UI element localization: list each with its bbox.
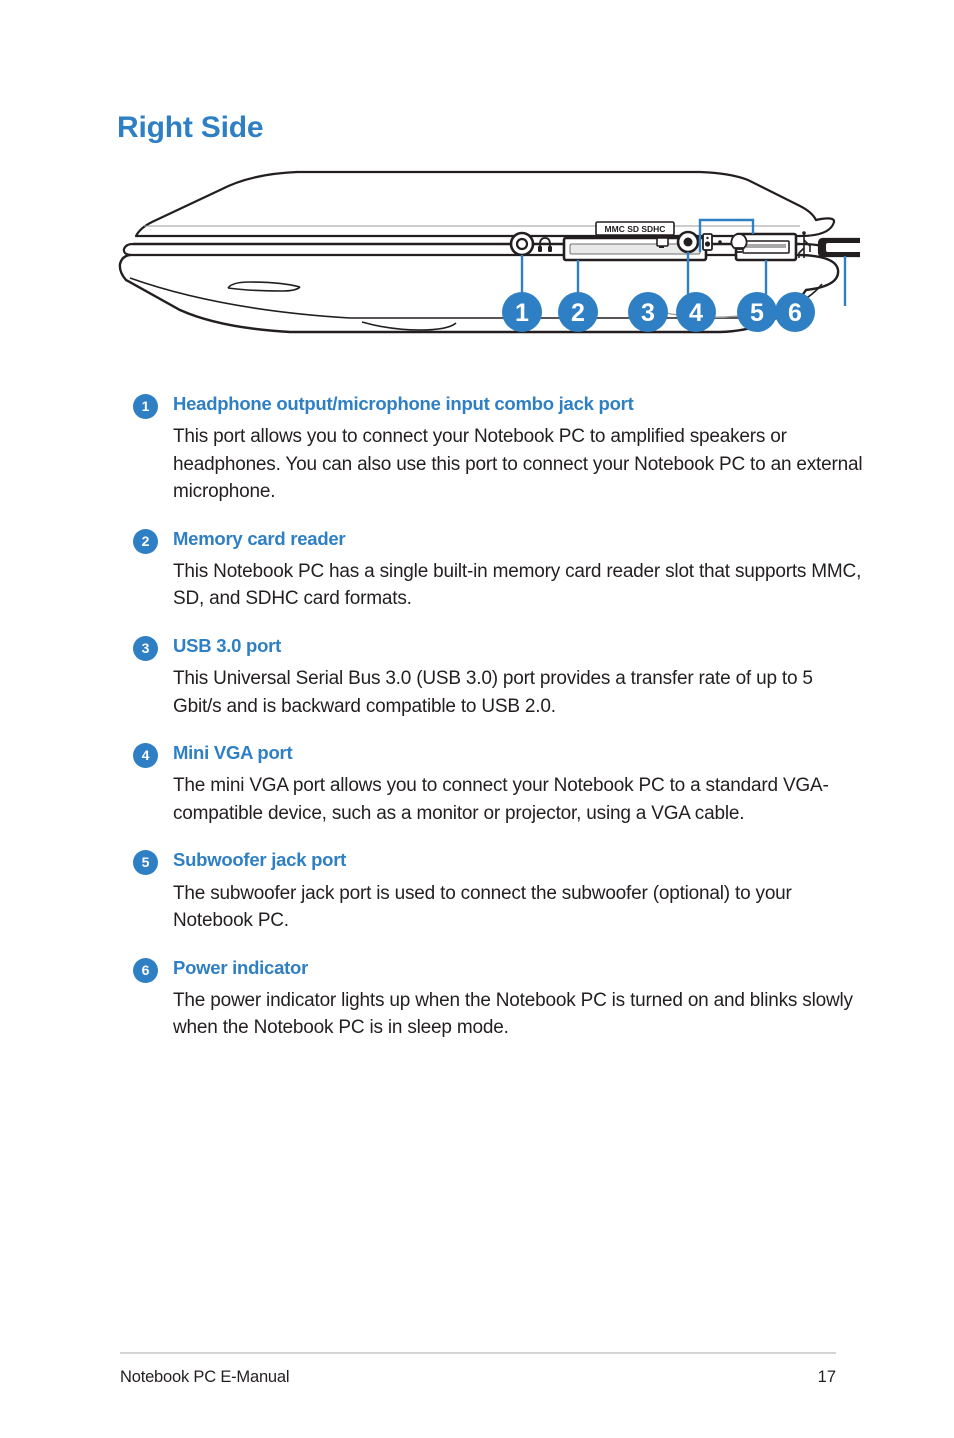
callout-number-3: 3 <box>641 299 655 327</box>
item-title-5: Subwoofer jack port <box>173 849 347 871</box>
callout-number-4: 4 <box>689 299 703 327</box>
item-title-2: Memory card reader <box>173 527 346 549</box>
list-item: 6 Power indicator The power indicator li… <box>133 956 863 1042</box>
page-title: Right Side <box>117 111 264 144</box>
monitor-glyph-icon <box>656 237 669 248</box>
callout-circle-2: 2 <box>558 292 598 332</box>
callout-circle-3: 3 <box>628 292 668 332</box>
port-description-list: 1 Headphone output/microphone input comb… <box>133 392 863 1042</box>
callout-number-2: 2 <box>571 299 585 327</box>
manual-page: Right Side MMC SD SDHC 1 2 3 4 5 6 1 Hea… <box>0 0 954 1438</box>
subwoofer-jack-port-icon <box>676 230 713 254</box>
item-badge-1: 1 <box>133 394 158 419</box>
list-item: 2 Memory card reader This Notebook PC ha… <box>133 527 863 613</box>
power-indicator-led-icon <box>718 233 748 253</box>
item-title-1: Headphone output/microphone input combo … <box>173 393 634 414</box>
list-item: 4 Mini VGA port The mini VGA port allows… <box>133 741 863 827</box>
item-badge-4: 4 <box>133 743 158 769</box>
diagram-callout-layer: 1 2 3 4 5 6 <box>100 160 860 340</box>
item-title-3: USB 3.0 port <box>173 634 282 656</box>
item-badge-2: 2 <box>133 528 158 554</box>
item-body-3: This Universal Serial Bus 3.0 (USB 3.0) … <box>173 668 813 717</box>
callout-circles: 1 2 3 4 5 6 <box>502 292 815 332</box>
callout-circle-1: 1 <box>502 292 542 332</box>
callout-circle-4: 4 <box>676 292 716 332</box>
callout-circle-5: 5 <box>737 292 777 332</box>
callout-number-6: 6 <box>788 299 802 327</box>
item-body-2: This Notebook PC has a single built-in m… <box>173 560 862 610</box>
callout-number-5: 5 <box>750 299 764 327</box>
footer-page-number: 17 <box>817 1368 836 1386</box>
footer-divider <box>120 1352 836 1354</box>
item-body-4: The mini VGA port allows you to connect … <box>173 775 829 824</box>
item-body-1: This port allows you to connect your Not… <box>173 426 863 503</box>
footer-document-name: Notebook PC E-Manual <box>120 1368 290 1386</box>
item-title-6: Power indicator <box>173 956 309 978</box>
list-item: 1 Headphone output/microphone input comb… <box>133 392 863 506</box>
item-title-4: Mini VGA port <box>173 742 293 764</box>
item-badge-6: 6 <box>133 957 158 983</box>
item-body-5: The subwoofer jack port is used to conne… <box>173 882 792 932</box>
list-item: 5 Subwoofer jack port The subwoofer jack… <box>133 848 863 934</box>
item-badge-5: 5 <box>133 850 158 876</box>
item-badge-3: 3 <box>133 635 158 661</box>
list-item: 3 USB 3.0 port This Universal Serial Bus… <box>133 634 863 720</box>
callout-number-1: 1 <box>515 299 529 327</box>
item-body-6: The power indicator lights up when the N… <box>173 989 853 1039</box>
callout-circle-6: 6 <box>775 292 815 332</box>
